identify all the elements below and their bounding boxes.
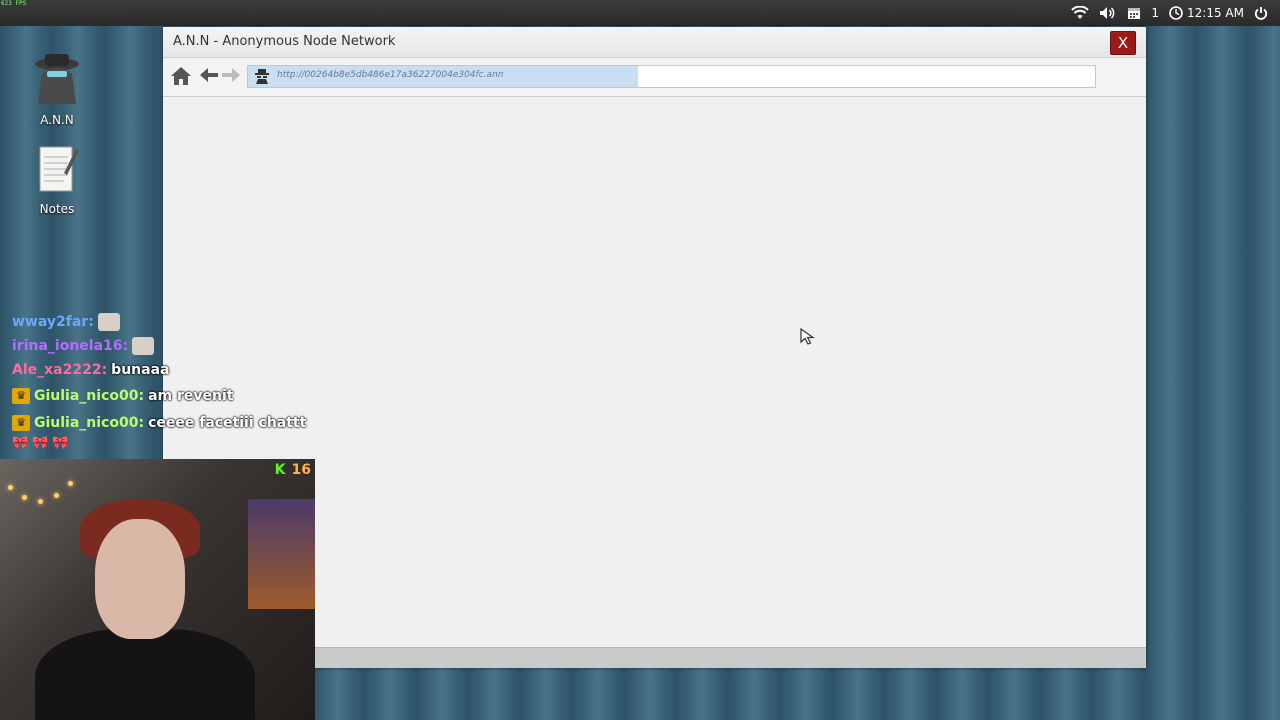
spy-icon — [254, 68, 270, 89]
chat-text: bunaaa — [111, 362, 170, 378]
power-icon[interactable] — [1254, 6, 1268, 20]
string-light — [68, 481, 73, 486]
chat-message: ♛ Giulia_nico00: am revenit — [12, 382, 306, 409]
chat-message: irina_ionela16: — [12, 334, 306, 358]
mouse-cursor-icon — [800, 328, 815, 345]
chat-text: ceeee facetiii chattt — [148, 414, 307, 431]
chat-username: wway2far: — [12, 314, 94, 330]
system-tray: 1 12:15 AM — [1071, 3, 1268, 23]
home-icon — [171, 67, 191, 85]
volume-icon[interactable] — [1099, 6, 1117, 20]
chat-username: Giulia_nico00: — [34, 414, 145, 431]
string-light — [38, 499, 43, 504]
webcam-feed: K 16 — [0, 459, 315, 720]
string-light — [54, 493, 59, 498]
emote-icon — [132, 337, 155, 355]
chat-username: Giulia_nico00: — [34, 387, 145, 404]
home-button[interactable] — [170, 66, 192, 90]
clock[interactable]: 12:15 AM — [1169, 6, 1244, 20]
chat-message: wway2far: — [12, 310, 306, 334]
close-button[interactable]: X — [1110, 31, 1136, 55]
viewer-badge: K 16 — [275, 462, 311, 478]
string-light — [22, 495, 27, 500]
kick-logo-icon: K — [274, 462, 286, 478]
arrow-left-icon — [200, 68, 218, 82]
chat-message: Ale_xa2222: bunaaa — [12, 358, 306, 382]
chat-message: ♛ Giulia_nico00: ceeee facetiii chattt — [12, 409, 306, 436]
crown-icon: ♛ — [12, 414, 30, 431]
window-titlebar[interactable]: A.N.N - Anonymous Node Network X — [163, 27, 1146, 58]
stream-chat: wway2far: irina_ionela16: Ale_xa2222: bu… — [12, 310, 306, 454]
desktop-icon-notes[interactable]: Notes — [17, 143, 97, 216]
notepad-icon — [39, 146, 79, 192]
address-bar[interactable]: http://00264b8e5db486e17a36227004e304fc.… — [247, 65, 1096, 88]
tv-screen — [248, 499, 315, 609]
wifi-icon[interactable] — [1071, 6, 1090, 20]
emote-icon — [97, 313, 120, 331]
forward-button[interactable] — [221, 67, 241, 87]
desktop-icon-ann[interactable]: A.N.N — [17, 52, 97, 127]
notifications-count[interactable]: 1 — [1151, 6, 1159, 20]
bow-emojis: 🎀🎀🎀 — [12, 436, 73, 451]
arrow-right-icon — [222, 68, 240, 82]
window-title: A.N.N - Anonymous Node Network — [173, 34, 396, 49]
chat-username: irina_ionela16: — [12, 338, 129, 354]
clock-time: 12:15 AM — [1187, 6, 1244, 20]
chat-username: Ale_xa2222: — [12, 362, 108, 378]
chat-text: am revenit — [148, 387, 234, 404]
crown-icon: ♛ — [12, 387, 30, 404]
browser-toolbar: http://00264b8e5db486e17a36227004e304fc.… — [163, 58, 1146, 97]
clock-icon — [1169, 6, 1183, 20]
string-light — [8, 485, 13, 490]
fps-counter: 623 FPS — [1, 0, 27, 7]
hacker-hat-icon — [35, 54, 79, 104]
top-panel: 623 FPS 1 12:15 AM — [0, 0, 1280, 26]
back-button[interactable] — [199, 67, 219, 87]
calendar-icon[interactable] — [1127, 6, 1141, 20]
desktop-icon-label: Notes — [39, 202, 75, 216]
address-text: http://00264b8e5db486e17a36227004e304fc.… — [277, 70, 504, 80]
desktop-icon-label: A.N.N — [40, 113, 74, 127]
viewer-count: 16 — [291, 462, 311, 478]
streamer-body — [35, 629, 255, 720]
streamer-face — [95, 519, 185, 639]
